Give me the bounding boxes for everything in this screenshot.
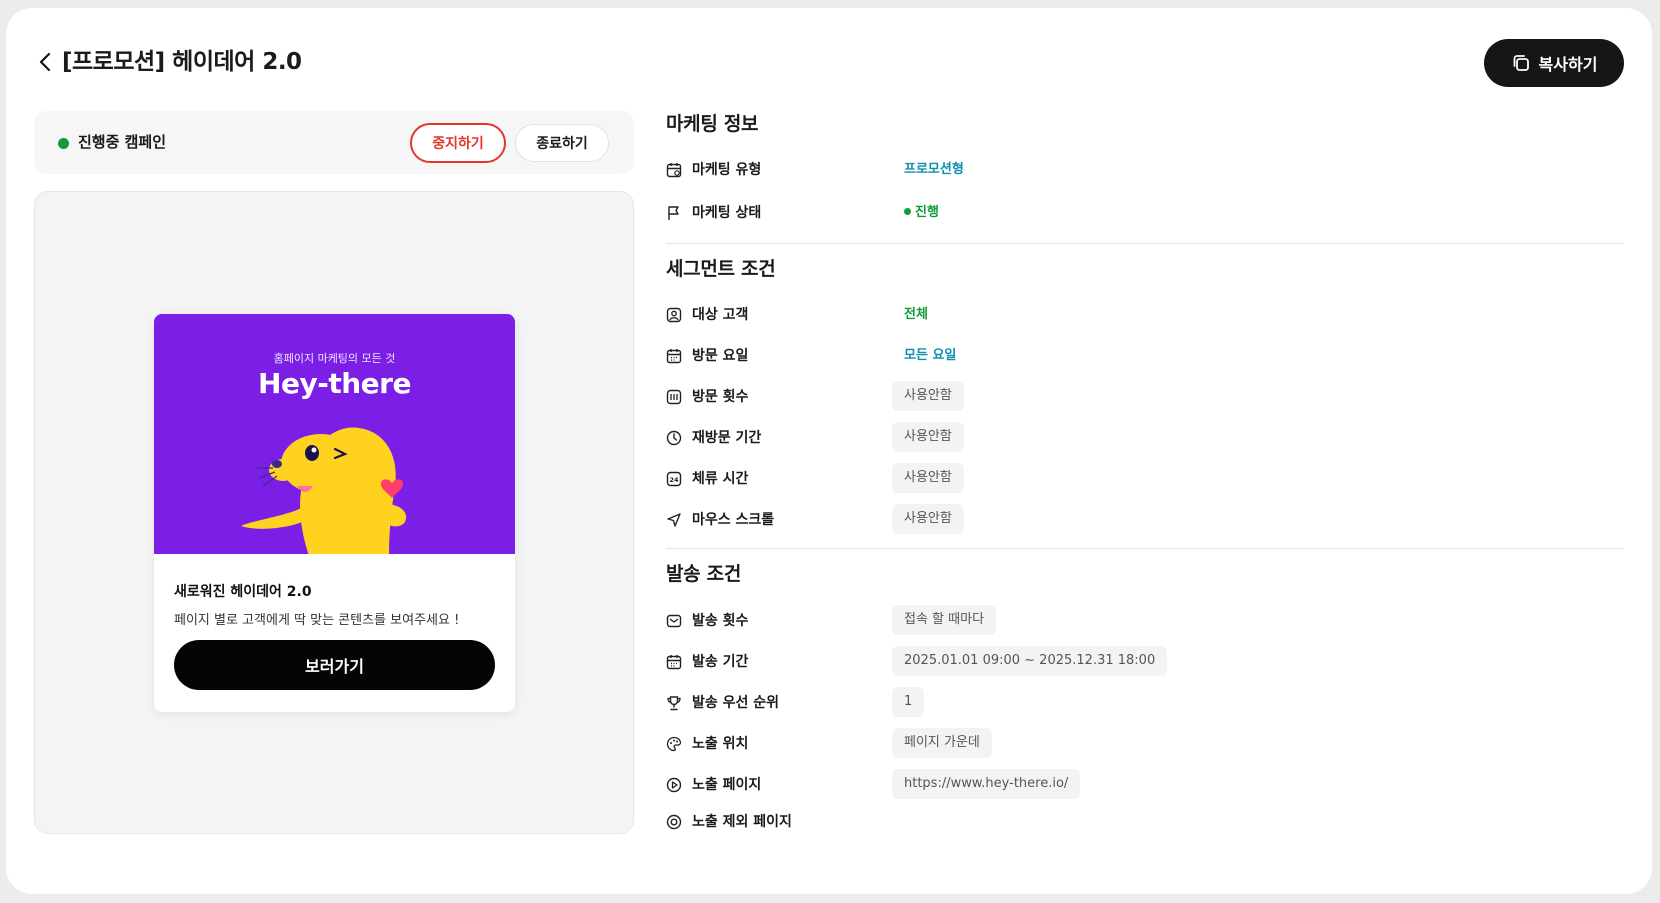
popup-cta-button[interactable]: 보러가기: [174, 640, 495, 690]
popup-title: 새로워진 헤이데어 2.0: [174, 584, 312, 600]
display-page-row: 노출 페이지 https://www.hey-there.io/: [666, 769, 1626, 799]
cursor-icon: [666, 512, 682, 528]
section-divider: [666, 548, 1624, 549]
calendar-icon: [666, 654, 682, 670]
mouse-scroll-label: 마우스 스크롤: [692, 512, 775, 528]
display-page-value: https://www.hey-there.io/: [892, 769, 1081, 799]
copy-icon: [1513, 55, 1529, 71]
visit-count-value: 사용안함: [892, 381, 964, 411]
marketing-type-label: 마케팅 유형: [692, 162, 762, 178]
stay-time-label: 체류 시간: [692, 471, 749, 487]
display-page-label: 노출 페이지: [692, 777, 762, 793]
display-position-row: 노출 위치 페이지 가운데: [666, 728, 1626, 758]
back-button[interactable]: [34, 47, 56, 77]
marketing-state-label: 마케팅 상태: [692, 205, 762, 221]
page-title: [프로모션] 헤이데어 2.0: [62, 49, 302, 75]
dispatch-priority-value: 1: [892, 687, 925, 717]
campaign-status-bar: 진행중 캠페인 중지하기 종료하기: [34, 111, 634, 174]
calendar-icon: [666, 348, 682, 364]
stay-time-row: 24 체류 시간 사용안함: [666, 463, 1626, 493]
mouse-scroll-value: 사용안함: [892, 504, 964, 534]
flag-icon: [666, 205, 682, 221]
marketing-type-row: 마케팅 유형 프로모션형: [666, 156, 1626, 184]
status-dot: [58, 138, 69, 149]
dispatch-priority-label: 발송 우선 순위: [692, 695, 780, 711]
excluded-page-row: 노출 제외 페이지: [666, 808, 1626, 836]
marketing-state-text: 진행: [915, 205, 939, 220]
dispatch-priority-row: 발송 우선 순위 1: [666, 687, 1626, 717]
popup-description: 페이지 별로 고객에게 딱 맞는 콘텐츠를 보여주세요 !: [174, 613, 460, 628]
visit-count-row: 방문 횟수 사용안함: [666, 381, 1626, 411]
dispatch-period-label: 발송 기간: [692, 654, 749, 670]
popup-banner-image: 홈페이지 마케팅의 모든 것 Hey-there: [154, 314, 515, 554]
svg-text:24: 24: [669, 476, 679, 484]
dispatch-period-value: 2025.01.01 09:00 ~ 2025.12.31 18:00: [892, 646, 1168, 676]
repeat-icon: [666, 389, 682, 405]
display-position-value: 페이지 가운데: [892, 728, 992, 758]
copy-button-label: 복사하기: [1538, 55, 1598, 74]
trophy-icon: [666, 695, 682, 711]
popup-preview-panel: 홈페이지 마케팅의 모든 것 Hey-there 새로워진 헤이데어 2.0 페…: [34, 191, 634, 834]
target-customer-value: 전체: [904, 307, 928, 322]
end-button[interactable]: 종료하기: [515, 124, 609, 162]
target-customer-label: 대상 고객: [692, 307, 749, 323]
user-badge-icon: [666, 307, 682, 323]
visit-day-value: 모든 요일: [904, 348, 957, 363]
dispatch-count-row: 발송 횟수 접속 할 때마다: [666, 605, 1626, 635]
segment-title: 세그먼트 조건: [666, 258, 776, 280]
section-divider: [666, 243, 1624, 244]
mascot-icon: [241, 427, 407, 554]
stay-time-value: 사용안함: [892, 463, 964, 493]
play-circle-icon: [666, 777, 682, 793]
visit-count-label: 방문 횟수: [692, 389, 749, 405]
palette-icon: [666, 736, 682, 752]
display-position-label: 노출 위치: [692, 736, 749, 752]
clock-icon: [666, 430, 682, 446]
excluded-page-label: 노출 제외 페이지: [692, 814, 792, 830]
visit-day-label: 방문 요일: [692, 348, 749, 364]
dispatch-title: 발송 조건: [666, 563, 742, 585]
copy-button[interactable]: 복사하기: [1484, 39, 1624, 87]
popup-preview: 홈페이지 마케팅의 모든 것 Hey-there 새로워진 헤이데어 2.0 페…: [154, 314, 515, 712]
marketing-state-value: 진행: [904, 202, 939, 224]
visit-day-row: 방문 요일 모든 요일: [666, 342, 1626, 370]
marketing-state-row: 마케팅 상태 진행: [666, 199, 1626, 227]
banner-subtitle: 홈페이지 마케팅의 모든 것: [273, 352, 396, 365]
revisit-period-row: 재방문 기간 사용안함: [666, 422, 1626, 452]
target-customer-row: 대상 고객 전체: [666, 301, 1626, 329]
state-dot: [904, 208, 911, 215]
marketing-info-title: 마케팅 정보: [666, 113, 759, 135]
envelope-icon: [666, 613, 682, 629]
dispatch-count-value: 접속 할 때마다: [892, 605, 997, 635]
revisit-period-label: 재방문 기간: [692, 430, 762, 446]
chevron-left-icon: [39, 52, 51, 72]
target-circle-icon: [666, 814, 682, 830]
banner-logo: Hey-there: [258, 367, 411, 400]
dispatch-count-label: 발송 횟수: [692, 613, 749, 629]
dispatch-period-row: 발송 기간 2025.01.01 09:00 ~ 2025.12.31 18:0…: [666, 646, 1626, 676]
status-text: 진행중 캠페인: [78, 133, 167, 151]
calendar-icon: [666, 162, 682, 178]
mouse-scroll-row: 마우스 스크롤 사용안함: [666, 504, 1626, 534]
stop-button[interactable]: 중지하기: [410, 123, 506, 163]
revisit-period-value: 사용안함: [892, 422, 964, 452]
marketing-type-value: 프로모션형: [904, 162, 964, 177]
timer-24-icon: 24: [666, 471, 682, 487]
